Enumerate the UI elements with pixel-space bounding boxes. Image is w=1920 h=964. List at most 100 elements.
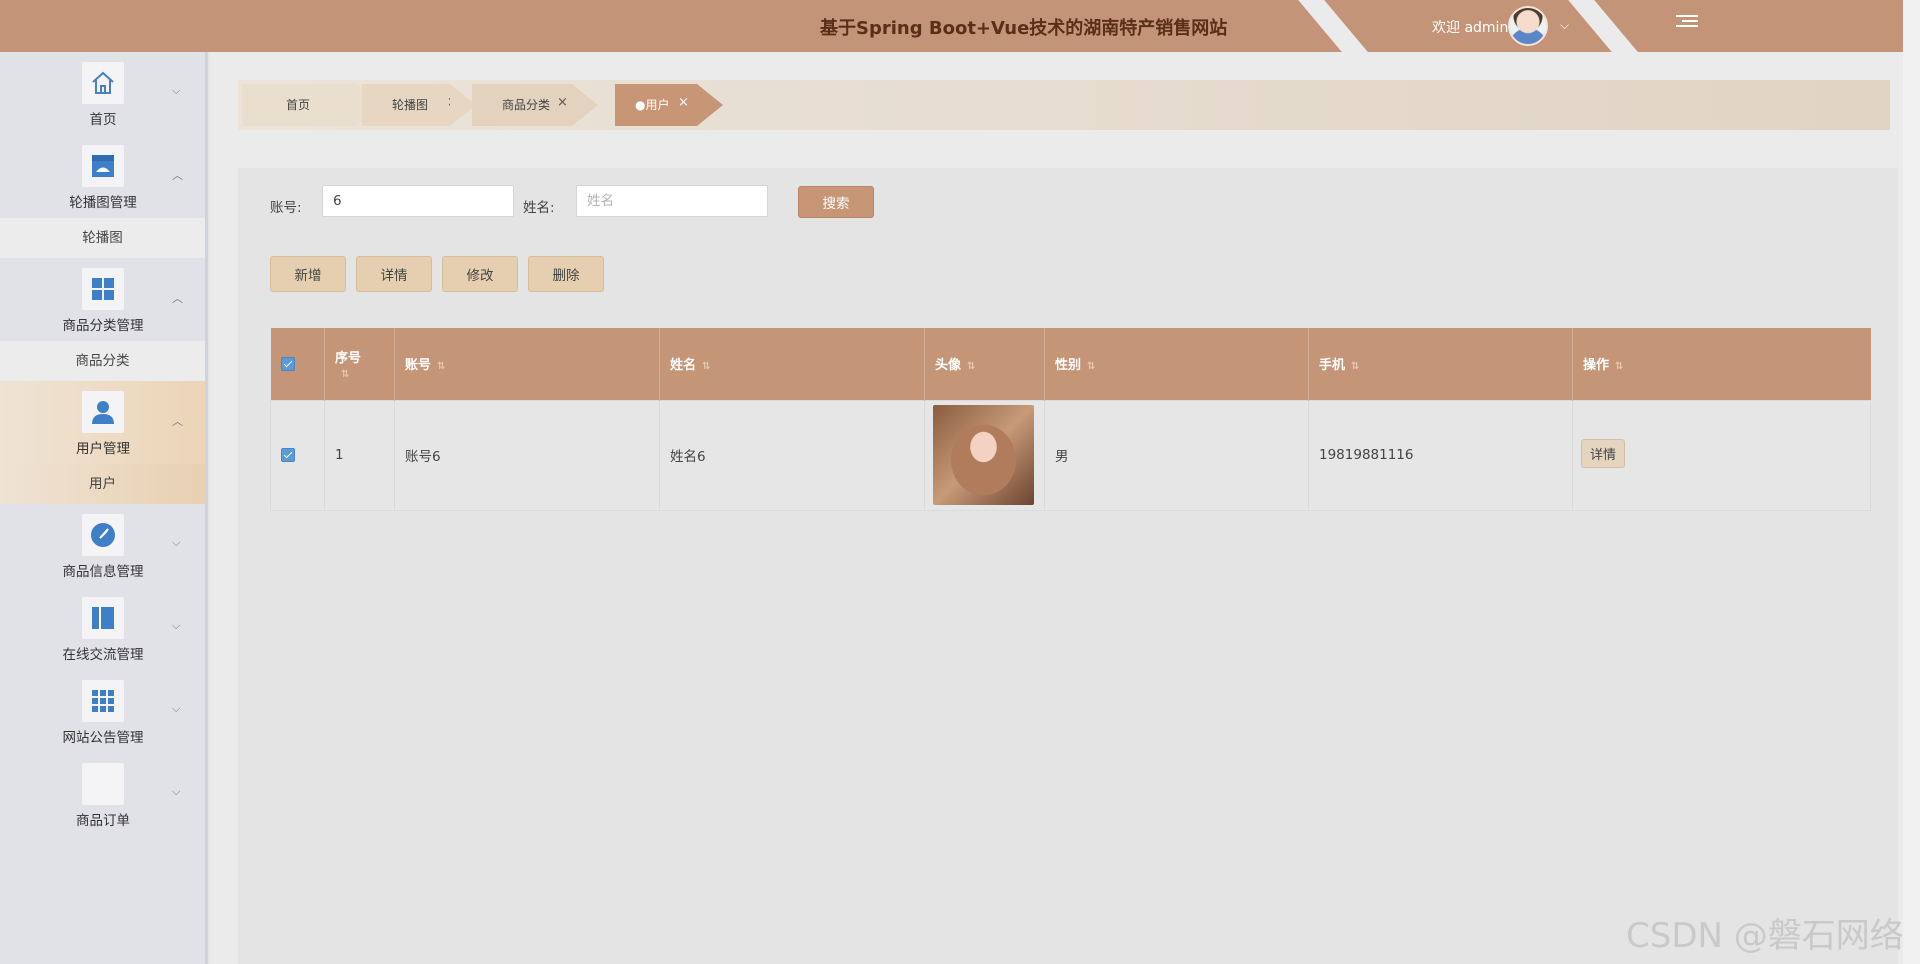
sidebar-item-label: 商品分类管理 (62, 318, 144, 334)
sort-icon[interactable]: ⇅ (437, 361, 445, 372)
site-title: 基于Spring Boot+Vue技术的湖南特产销售网站 (820, 18, 1228, 39)
table-header-row: 序号 ⇅ 账号 ⇅ 姓名 ⇅ 头像 ⇅ 性别 ⇅ 手机 ⇅ 操作 ⇅ (270, 328, 1871, 400)
tab-home[interactable]: 首页 (242, 84, 382, 126)
sidebar-item-notice[interactable]: 网站公告管理 ⌵ (0, 670, 205, 753)
sort-icon[interactable]: ⇅ (1351, 361, 1359, 372)
sidebar-item-category[interactable]: 商品分类管理 ︿ (0, 258, 205, 341)
content-panel: 账号: 姓名: 搜索 新增 详情 修改 删除 序号 ⇅ 账号 ⇅ 姓名 ⇅ 头像 ⇅ 性… (238, 168, 1898, 964)
sidebar-item-label: 用户管理 (76, 441, 130, 457)
select-all-checkbox[interactable] (280, 356, 295, 371)
col-actions[interactable]: 操作 ⇅ (1572, 328, 1871, 400)
sort-icon[interactable]: ⇅ (341, 369, 349, 380)
row-actions-cell: 详情 (1572, 399, 1871, 511)
row-gender: 男 (1044, 399, 1309, 511)
row-checkbox[interactable] (281, 448, 295, 462)
home-icon (82, 62, 124, 104)
sidebar-item-label: 在线交流管理 (62, 647, 144, 663)
column-header: 操作 (1583, 358, 1610, 374)
row-select-cell (270, 399, 325, 511)
add-button[interactable]: 新增 (270, 256, 346, 292)
sidebar-item-banner[interactable]: 轮播图管理 ︿ (0, 135, 205, 218)
close-icon[interactable]: × (447, 82, 458, 124)
main-area: 首页 轮播图 × 商品分类 × ●用户 × 账号: 姓名: 搜索 新增 详情 修… (210, 52, 1903, 964)
name-input[interactable] (576, 185, 768, 217)
tab-bar: 首页 轮播图 × 商品分类 × ●用户 × (238, 80, 1890, 130)
sidebar-item-label: 商品信息管理 (62, 564, 144, 580)
chevron-down-icon[interactable]: ⌵ (1560, 18, 1569, 33)
sidebar-item-label: 轮播图管理 (69, 195, 137, 211)
menu-toggle-icon[interactable] (1676, 12, 1698, 32)
col-avatar[interactable]: 头像 ⇅ (924, 328, 1045, 400)
column-header: 手机 (1319, 358, 1346, 374)
tab-category[interactable]: 商品分类 × (472, 82, 598, 126)
admin-avatar[interactable] (1508, 6, 1548, 46)
sidebar-item-chat[interactable]: 在线交流管理 ⌵ (0, 587, 205, 670)
sidebar-subitem-category[interactable]: 商品分类 (0, 341, 205, 381)
column-header: 性别 (1055, 358, 1082, 374)
sort-icon[interactable]: ⇅ (1615, 361, 1623, 372)
grid-icon (82, 268, 124, 310)
edit-button[interactable]: 修改 (442, 256, 518, 292)
close-icon[interactable]: × (557, 82, 568, 124)
vertical-scrollbar[interactable] (1903, 0, 1920, 964)
sidebar-subitem-banner[interactable]: 轮播图 (0, 218, 205, 258)
row-index: 1 (324, 399, 395, 511)
row-phone: 19819881116 (1308, 399, 1573, 511)
sort-icon[interactable]: ⇅ (967, 361, 975, 372)
column-header: 序号 (335, 350, 362, 366)
row-avatar-cell (924, 399, 1045, 511)
sidebar-item-products[interactable]: 商品信息管理 ⌵ (0, 504, 205, 587)
detail-button[interactable]: 详情 (356, 256, 432, 292)
sidebar-subitem-users[interactable]: 用户 (0, 464, 205, 504)
chevron-down-icon: ⌵ (172, 84, 181, 97)
tab-banner[interactable]: 轮播图 × (362, 84, 476, 126)
chevron-down-icon: ⌵ (172, 702, 181, 715)
sidebar-item-label: 首页 (89, 112, 117, 128)
sort-icon[interactable]: ⇅ (1087, 361, 1095, 372)
sidebar-item-users[interactable]: 用户管理 ︿ (0, 381, 205, 464)
top-header: 基于Spring Boot+Vue技术的湖南特产销售网站 欢迎 admin ⌵ (0, 0, 1903, 52)
column-header: 头像 (935, 358, 962, 374)
user-icon (82, 391, 124, 433)
book-icon (82, 597, 124, 639)
sidebar-item-label: 商品订单 (76, 813, 130, 829)
chevron-down-icon: ⌵ (172, 785, 181, 798)
sidebar-item-home[interactable]: 首页 ⌵ (0, 52, 205, 135)
sidebar-item-orders[interactable]: 商品订单 ⌵ (0, 753, 205, 836)
tab-label: 商品分类 (502, 98, 551, 112)
sidebar-item-label: 网站公告管理 (62, 730, 144, 746)
search-button[interactable]: 搜索 (798, 186, 874, 218)
table-row[interactable]: 1 账号6 姓名6 男 19819881116 详情 (270, 399, 1871, 511)
compass-icon (82, 514, 124, 556)
apps-icon (82, 680, 124, 722)
row-account: 账号6 (394, 399, 660, 511)
account-input[interactable] (322, 185, 514, 217)
name-label: 姓名: (523, 200, 555, 216)
tab-label: 首页 (286, 98, 311, 112)
sidebar: 首页 ⌵ 轮播图管理 ︿ 轮播图 商品分类管理 ︿ 商品分类 用户管理 ︿ 用户… (0, 52, 208, 964)
close-icon[interactable]: × (678, 82, 689, 124)
delete-button[interactable]: 删除 (528, 256, 604, 292)
row-detail-button[interactable]: 详情 (1581, 438, 1626, 468)
col-account[interactable]: 账号 ⇅ (394, 328, 660, 400)
user-photo (933, 405, 1034, 505)
user-table: 序号 ⇅ 账号 ⇅ 姓名 ⇅ 头像 ⇅ 性别 ⇅ 手机 ⇅ 操作 ⇅ 1 账号6 姓名6 男 (270, 328, 1871, 511)
select-all-cell (270, 328, 325, 400)
blank-icon (82, 763, 124, 805)
chevron-down-icon: ⌵ (172, 536, 181, 549)
welcome-text: 欢迎 admin (1432, 20, 1509, 36)
tab-label: ●用户 (635, 98, 670, 112)
tab-label: 轮播图 (392, 98, 429, 112)
sort-icon[interactable]: ⇅ (702, 361, 710, 372)
chevron-down-icon: ⌵ (172, 619, 181, 632)
chevron-up-icon: ︿ (172, 169, 183, 182)
tab-users[interactable]: ●用户 × (615, 82, 723, 126)
watermark-text: CSDN @磐石网络 (1626, 916, 1904, 956)
col-phone[interactable]: 手机 ⇅ (1308, 328, 1573, 400)
shop-icon (82, 145, 124, 187)
col-name[interactable]: 姓名 ⇅ (659, 328, 925, 400)
account-label: 账号: (270, 200, 302, 216)
col-gender[interactable]: 性别 ⇅ (1044, 328, 1309, 400)
col-index[interactable]: 序号 ⇅ (324, 328, 395, 400)
chevron-up-icon: ︿ (172, 292, 183, 305)
